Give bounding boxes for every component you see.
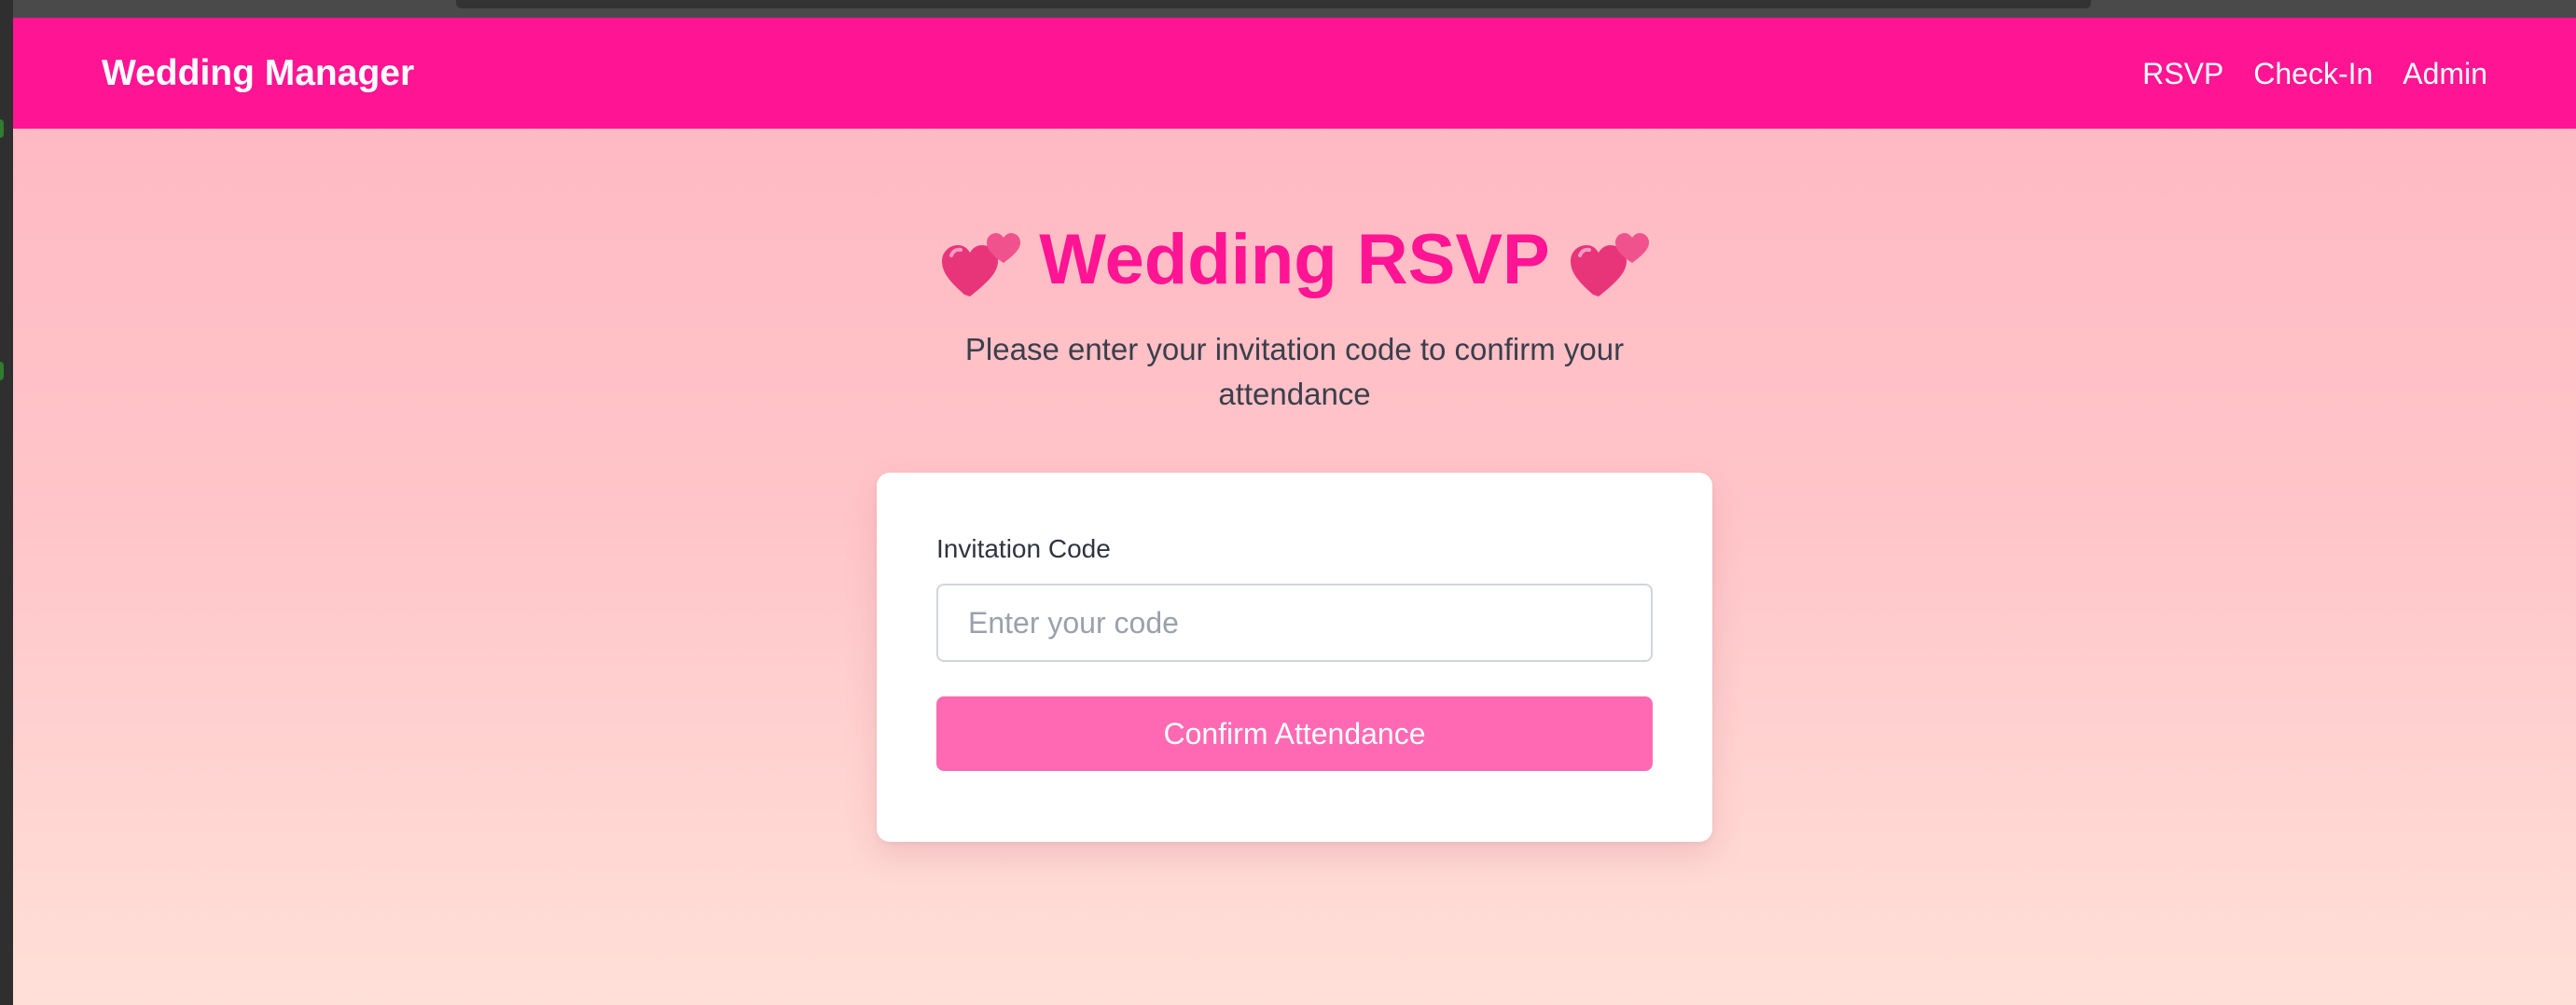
browser-top-strip [13, 0, 2576, 18]
invitation-code-input[interactable] [936, 584, 1653, 662]
two-hearts-icon [1570, 233, 1649, 296]
page-title: Wedding RSVP [940, 213, 1649, 307]
rsvp-card: Invitation Code Confirm Attendance [877, 473, 1712, 842]
confirm-attendance-button[interactable]: Confirm Attendance [936, 696, 1653, 771]
two-hearts-icon [942, 233, 1021, 296]
nav-link-rsvp[interactable]: RSVP [2142, 53, 2223, 94]
address-bar-edge [456, 0, 2091, 8]
nav-link-admin[interactable]: Admin [2403, 53, 2487, 94]
nav-link-check-in[interactable]: Check-In [2253, 53, 2373, 94]
title-text: Wedding RSVP [1039, 220, 1550, 299]
window-gutter [0, 0, 13, 1005]
status-indicator [0, 119, 4, 138]
top-navbar: Wedding Manager RSVP Check-In Admin [13, 18, 2576, 129]
page-subtitle: Please enter your invitation code to con… [964, 332, 1625, 411]
page-content: Wedding Manager RSVP Check-In Admin Wedd… [13, 18, 2576, 1005]
browser-frame: Wedding Manager RSVP Check-In Admin Wedd… [0, 0, 2576, 1005]
brand-link[interactable]: Wedding Manager [102, 53, 414, 94]
status-indicator [0, 362, 4, 380]
hero-section: Wedding RSVP Please enter your invitatio… [13, 213, 2576, 417]
nav-links: RSVP Check-In Admin [2142, 53, 2487, 94]
invitation-code-label: Invitation Code [936, 534, 1111, 563]
